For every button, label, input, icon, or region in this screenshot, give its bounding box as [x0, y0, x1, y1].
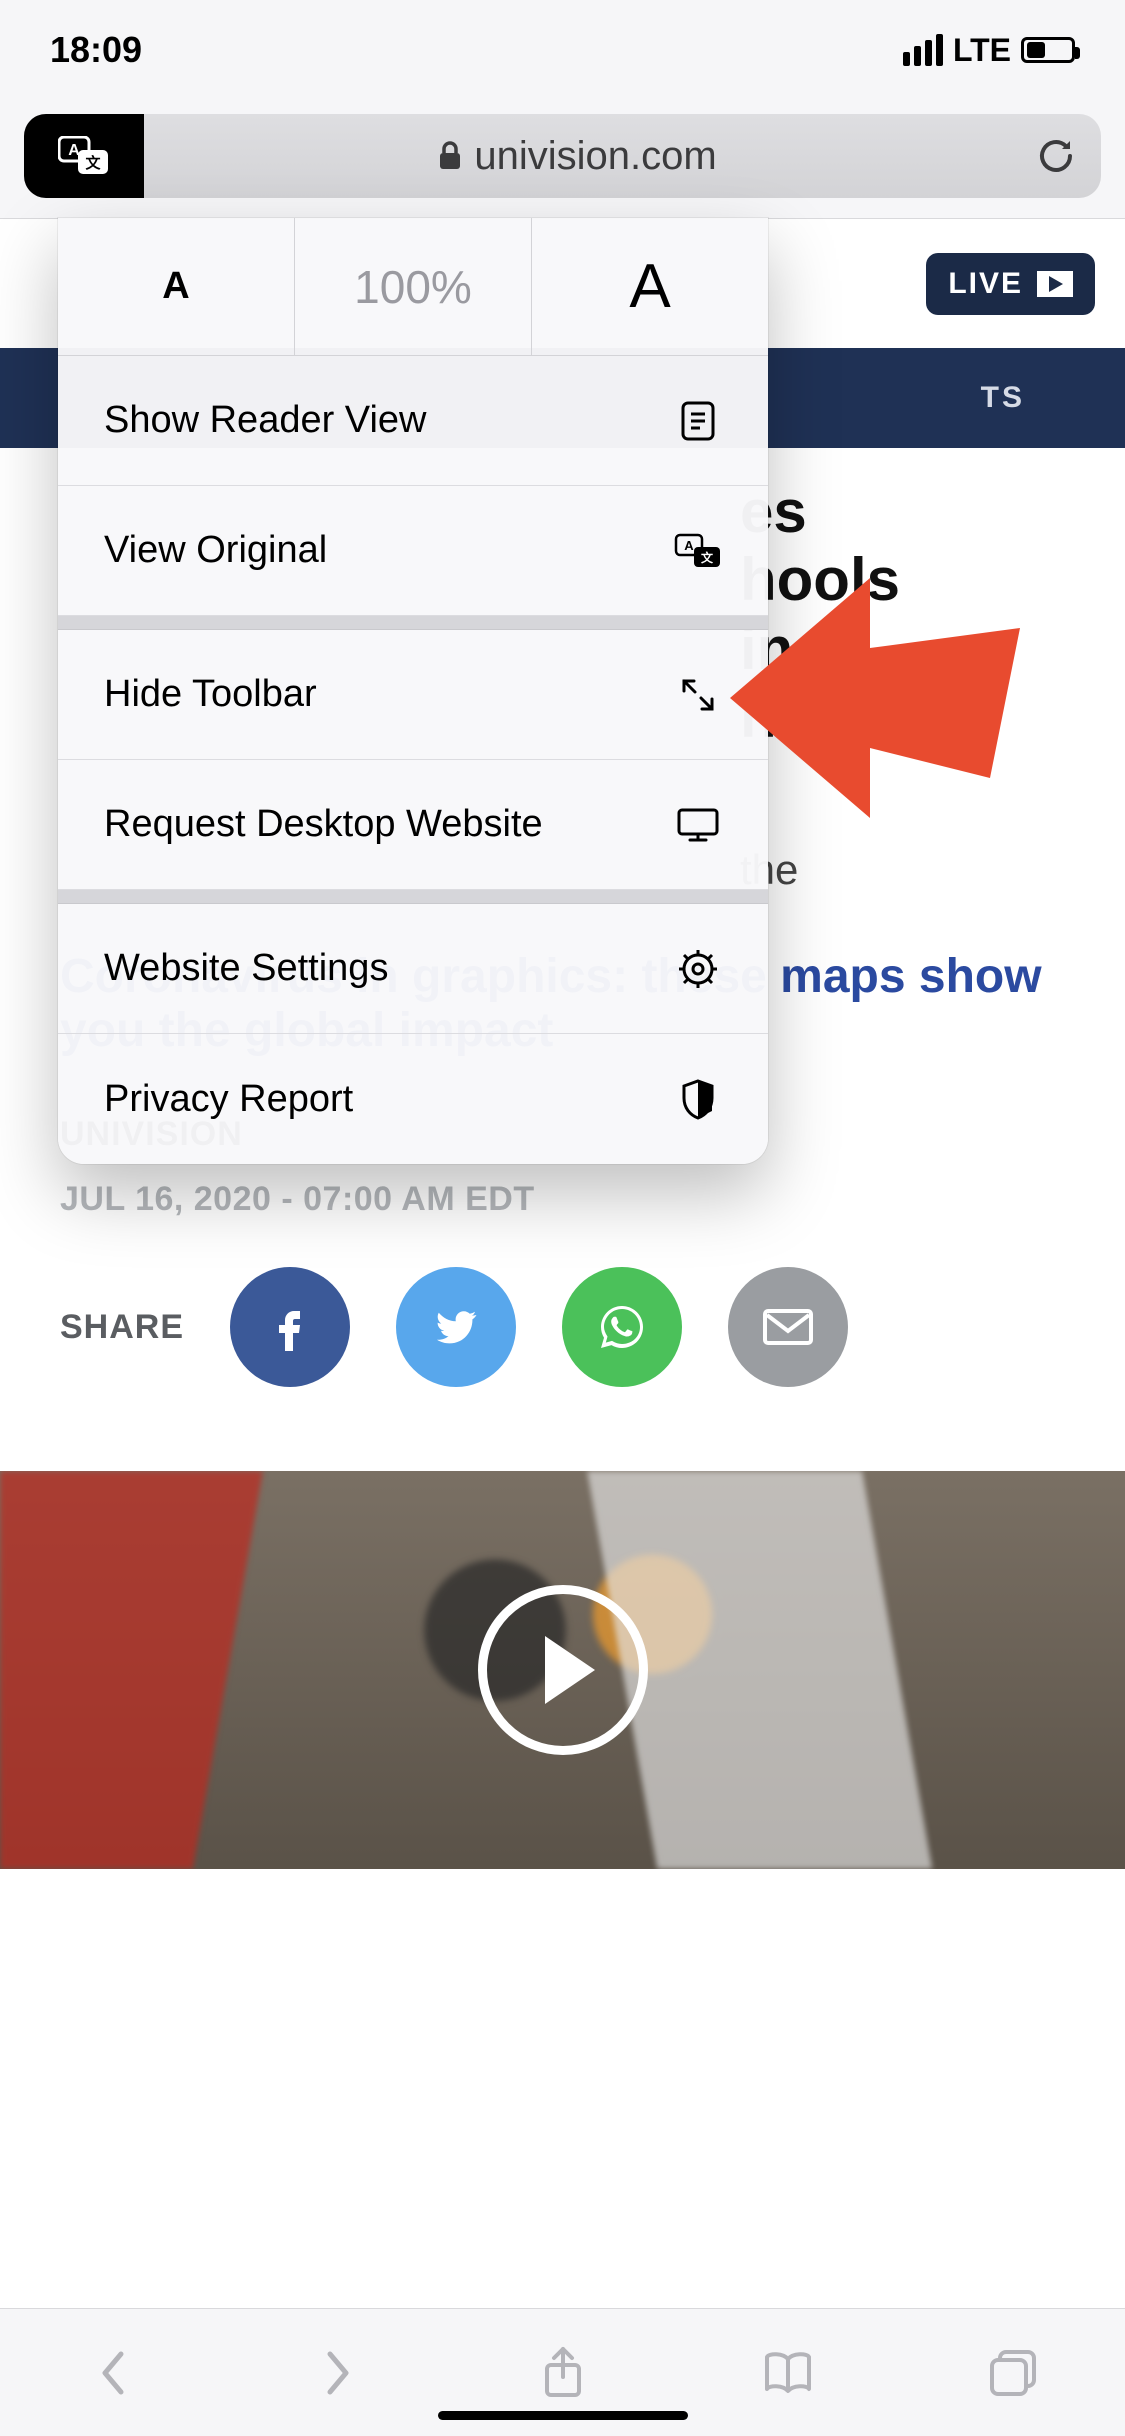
email-icon — [759, 1305, 817, 1349]
tabs-icon — [988, 2348, 1038, 2398]
reload-icon — [1035, 135, 1077, 177]
book-icon — [761, 2349, 815, 2397]
menu-privacy-report[interactable]: Privacy Report — [58, 1034, 768, 1164]
share-facebook-button[interactable] — [230, 1267, 350, 1387]
play-small-icon — [1037, 271, 1073, 297]
twitter-icon — [428, 1299, 484, 1355]
cellular-signal-icon — [903, 34, 943, 66]
page-content: LIVE TS es hools in he the Coronavirus i… — [0, 218, 1125, 2308]
share-whatsapp-button[interactable] — [562, 1267, 682, 1387]
menu-reader-view-label: Show Reader View — [104, 399, 426, 442]
video-hero[interactable] — [0, 1471, 1125, 1869]
svg-text:文: 文 — [85, 154, 101, 172]
tabs-button[interactable] — [963, 2348, 1063, 2398]
menu-reader-view[interactable]: Show Reader View — [58, 356, 768, 486]
expand-icon — [674, 675, 722, 715]
menu-hide-toolbar[interactable]: Hide Toolbar — [58, 630, 768, 760]
text-size-increase[interactable]: A — [532, 218, 768, 355]
home-indicator[interactable] — [438, 2411, 688, 2420]
menu-separator — [58, 616, 768, 630]
menu-website-settings-label: Website Settings — [104, 947, 388, 990]
menu-website-settings[interactable]: Website Settings — [58, 904, 768, 1034]
back-button[interactable] — [63, 2348, 163, 2398]
whatsapp-icon — [593, 1298, 651, 1356]
reload-button[interactable] — [1011, 135, 1101, 177]
text-size-row: A 100% A — [58, 218, 768, 356]
chevron-left-icon — [95, 2348, 131, 2398]
share-label: SHARE — [60, 1308, 184, 1347]
article-dateline: JUL 16, 2020 - 07:00 AM EDT — [60, 1180, 1065, 1219]
live-label: LIVE — [948, 267, 1023, 301]
chevron-right-icon — [320, 2348, 356, 2398]
menu-hide-toolbar-label: Hide Toolbar — [104, 673, 317, 716]
share-email-button[interactable] — [728, 1267, 848, 1387]
translate-icon: A 文 — [58, 136, 110, 176]
status-time: 18:09 — [50, 29, 142, 71]
nav-partial-text: TS — [981, 381, 1025, 415]
share-icon — [541, 2345, 585, 2401]
address-bar-center[interactable]: univision.com — [144, 134, 1011, 179]
menu-view-original[interactable]: View Original A文 — [58, 486, 768, 616]
domain-text: univision.com — [474, 134, 716, 179]
share-twitter-button[interactable] — [396, 1267, 516, 1387]
facebook-icon — [266, 1303, 314, 1351]
svg-text:A: A — [684, 538, 694, 553]
menu-request-desktop[interactable]: Request Desktop Website — [58, 760, 768, 890]
page-format-button[interactable]: A 文 — [24, 114, 144, 198]
menu-request-desktop-label: Request Desktop Website — [104, 803, 543, 846]
live-badge[interactable]: LIVE — [926, 253, 1095, 315]
lock-icon — [438, 141, 462, 171]
menu-separator-2 — [58, 890, 768, 904]
page-format-menu: A 100% A Show Reader View View Original … — [58, 218, 768, 1164]
text-size-decrease[interactable]: A — [58, 218, 295, 355]
gear-icon — [674, 948, 722, 990]
battery-icon — [1021, 37, 1075, 63]
share-row: SHARE — [60, 1267, 1065, 1387]
menu-view-original-label: View Original — [104, 529, 327, 572]
shield-icon — [674, 1078, 722, 1120]
address-bar[interactable]: A 文 univision.com — [24, 114, 1101, 198]
forward-button[interactable] — [288, 2348, 388, 2398]
bookmarks-button[interactable] — [738, 2349, 838, 2397]
text-size-value[interactable]: 100% — [295, 218, 532, 355]
status-right: LTE — [903, 32, 1075, 69]
address-bar-container: A 文 univision.com — [0, 100, 1125, 218]
status-bar: 18:09 LTE — [0, 0, 1125, 100]
reader-icon — [674, 400, 722, 442]
menu-privacy-report-label: Privacy Report — [104, 1078, 353, 1121]
desktop-icon — [674, 806, 722, 844]
video-play-button[interactable] — [478, 1585, 648, 1755]
share-button[interactable] — [513, 2345, 613, 2401]
network-label: LTE — [953, 32, 1011, 69]
svg-text:文: 文 — [701, 550, 714, 565]
translate-menu-icon: A文 — [674, 533, 722, 569]
